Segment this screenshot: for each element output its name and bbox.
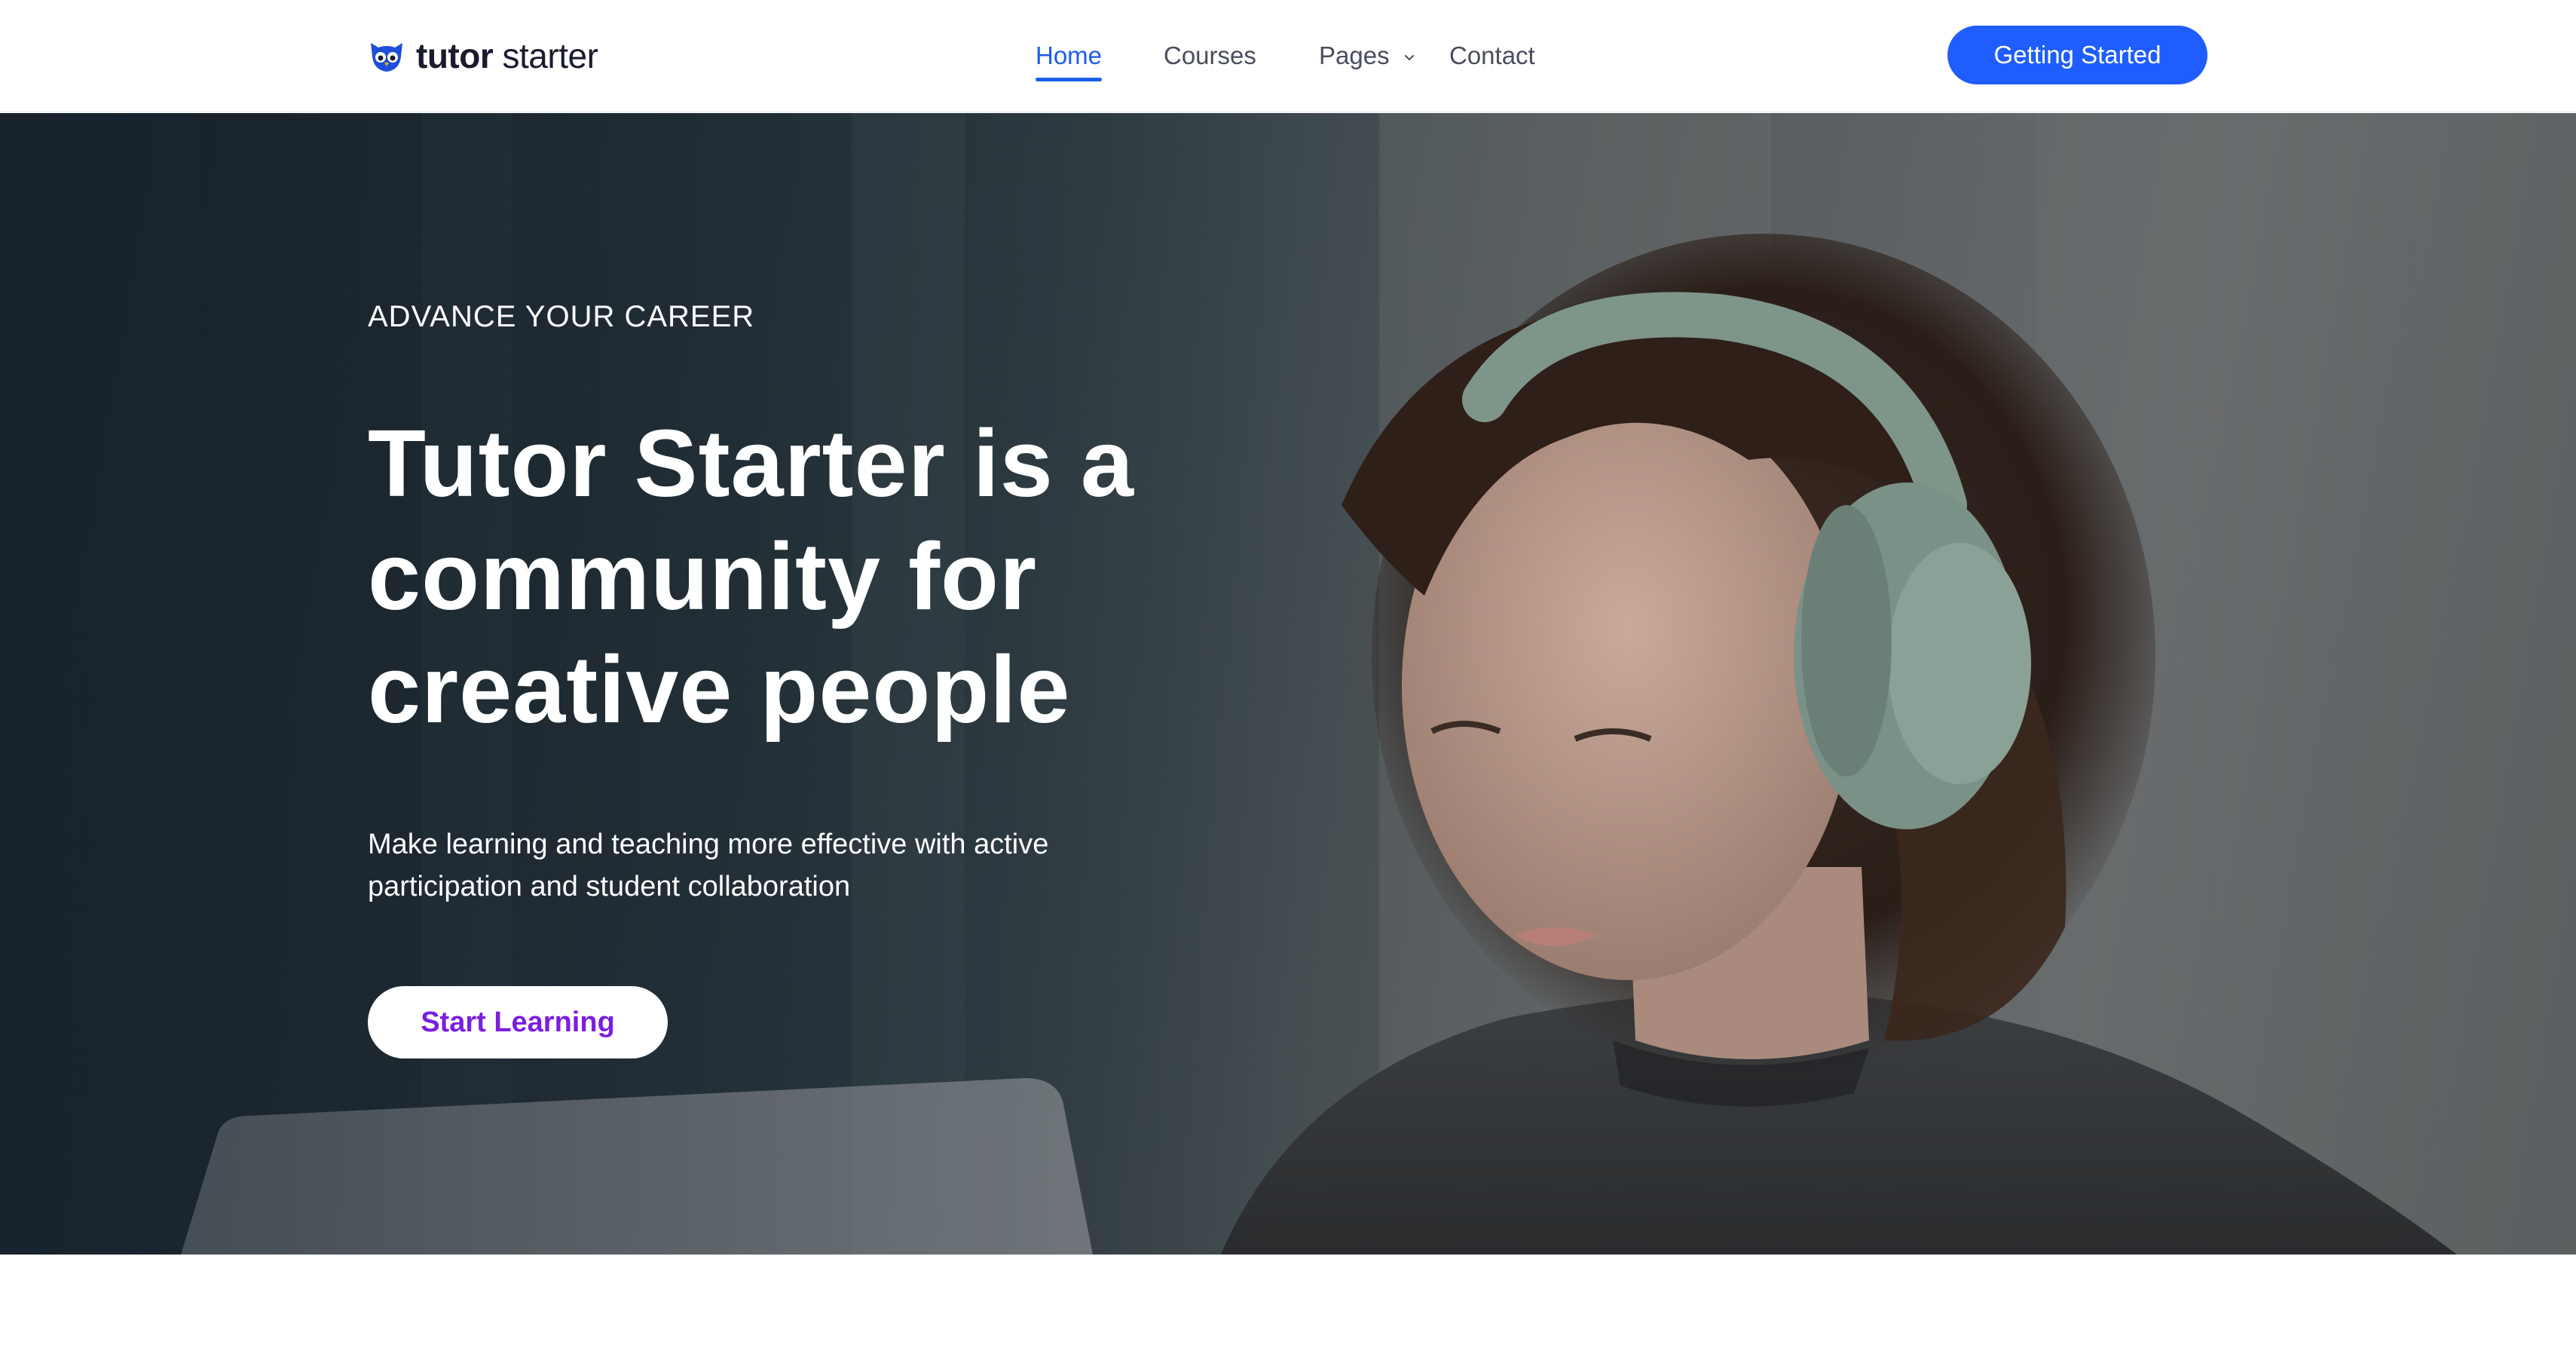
hero-headline: Tutor Starter is a community for creativ… [368,410,1134,743]
nav-item-home[interactable]: Home [1036,35,1103,81]
brand-name-bold: tutor [416,36,494,75]
owl-logo-icon [371,43,402,72]
brand-name-light: starter [502,36,598,75]
nav-item-pages[interactable]: Pages [1319,35,1416,77]
brand-logo[interactable]: tutor starter [368,35,598,77]
hero-subtext: Make learning and teaching more effectiv… [368,829,1049,902]
brand-name: tutor starter [416,35,598,76]
nav-item-pages-label: Pages [1319,41,1390,69]
start-learning-button[interactable]: Start Learning [368,986,668,1058]
nav-item-contact[interactable]: Contact [1449,35,1535,77]
nav-item-courses[interactable]: Courses [1164,35,1256,77]
getting-started-button[interactable]: Getting Started [1947,26,2207,84]
chevron-down-icon [1404,55,1414,61]
hero-eyebrow: ADVANCE YOUR CAREER [368,300,755,333]
hero-section: ADVANCE YOUR CAREER Tutor Starter is a c… [0,113,2576,1255]
site-header: tutor starter Home Courses Pages Contact… [0,0,2576,112]
